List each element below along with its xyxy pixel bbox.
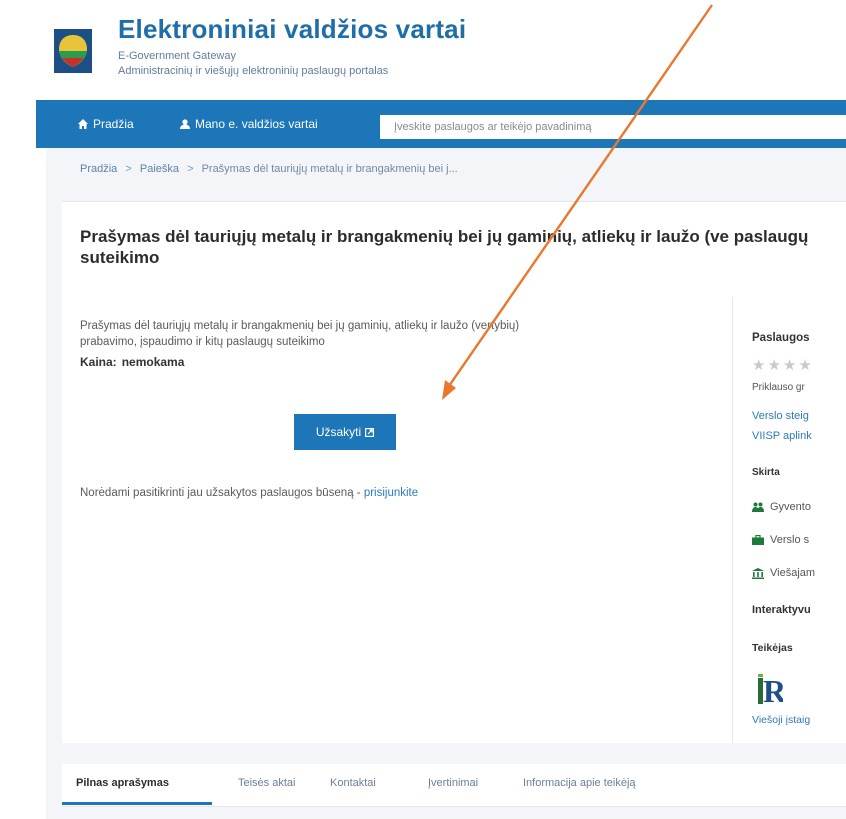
interactivity-label: Interaktyvu <box>752 604 811 616</box>
group-link-business[interactable]: Verslo steig <box>752 410 809 422</box>
provider-type-link[interactable]: Viešoji įstaig <box>752 714 810 726</box>
user-icon <box>180 119 190 129</box>
status-text-prefix: Norėdami pasitikrinti jau užsakytos pasl… <box>80 487 364 499</box>
home-icon <box>78 119 88 129</box>
price-value: nemokama <box>121 355 185 369</box>
breadcrumb-separator: > <box>125 163 132 175</box>
nav-my-gateway-link[interactable]: Mano e. valdžios vartai <box>180 100 318 148</box>
audience-label: Verslo s <box>770 534 810 546</box>
breadcrumb-current: Prašymas dėl tauriųjų metalų ir brangakm… <box>201 163 458 175</box>
tab-provider-info[interactable]: Informacija apie teikėją <box>523 777 636 789</box>
login-link[interactable]: prisijunkite <box>364 487 418 499</box>
tab-full-description[interactable]: Pilnas aprašymas <box>76 777 169 789</box>
institution-icon <box>752 567 764 579</box>
service-price: Kaina: nemokama <box>80 355 184 369</box>
site-subtitle-lt: Administracinių ir viešųjų elektroninių … <box>118 65 389 77</box>
price-label: Kaina: <box>80 355 117 369</box>
status-check-text: Norėdami pasitikrinti jau užsakytos pasl… <box>80 487 418 499</box>
audience-public: Viešajam <box>752 567 815 579</box>
breadcrumb-home[interactable]: Pradžia <box>80 163 117 175</box>
site-title[interactable]: Elektroniniai valdžios vartai <box>118 14 466 45</box>
service-description: Prašymas dėl tauriųjų metalų ir brangakm… <box>80 320 520 348</box>
audience-label: Gyvento <box>770 501 811 513</box>
breadcrumb-search[interactable]: Paieška <box>140 163 179 175</box>
nav-home-label: Pradžia <box>93 117 134 131</box>
group-link-viisp[interactable]: VIISP aplink <box>752 430 812 442</box>
breadcrumb-separator: > <box>187 163 194 175</box>
nav-home-link[interactable]: Pradžia <box>78 100 134 148</box>
tab-contacts[interactable]: Kontaktai <box>330 777 376 789</box>
active-tab-indicator <box>62 802 212 805</box>
rating-stars[interactable]: ★★★★ <box>752 356 814 374</box>
briefcase-icon <box>752 535 764 545</box>
tab-ratings[interactable]: Įvertinimai <box>428 777 478 789</box>
sidebar-heading: Paslaugos <box>752 332 810 344</box>
search-input[interactable] <box>380 115 846 139</box>
site-subtitle-en: E-Government Gateway <box>118 50 236 62</box>
external-link-icon <box>365 427 375 437</box>
belongs-to-group-label: Priklauso gr <box>752 382 805 393</box>
people-icon <box>752 502 764 512</box>
audience-business: Verslo s <box>752 534 809 546</box>
audience-residents: Gyvento <box>752 501 811 513</box>
gateway-logo-icon[interactable] <box>50 27 96 77</box>
nav-my-gateway-label: Mano e. valdžios vartai <box>195 117 318 131</box>
order-button-label: Užsakyti <box>315 425 362 439</box>
page-title: Prašymas dėl tauriųjų metalų ir brangakm… <box>80 227 809 267</box>
breadcrumb: Pradžia > Paieška > Prašymas dėl tauriųj… <box>80 163 458 175</box>
audience-label: Viešajam <box>770 567 816 579</box>
audience-heading: Skirta <box>752 467 780 478</box>
provider-logo-letter: R <box>763 673 783 706</box>
provider-heading: Teikėjas <box>752 642 793 654</box>
provider-logo[interactable]: R <box>757 672 783 706</box>
order-button[interactable]: Užsakyti <box>294 414 396 450</box>
tab-legal-acts[interactable]: Teisės aktai <box>238 777 295 789</box>
